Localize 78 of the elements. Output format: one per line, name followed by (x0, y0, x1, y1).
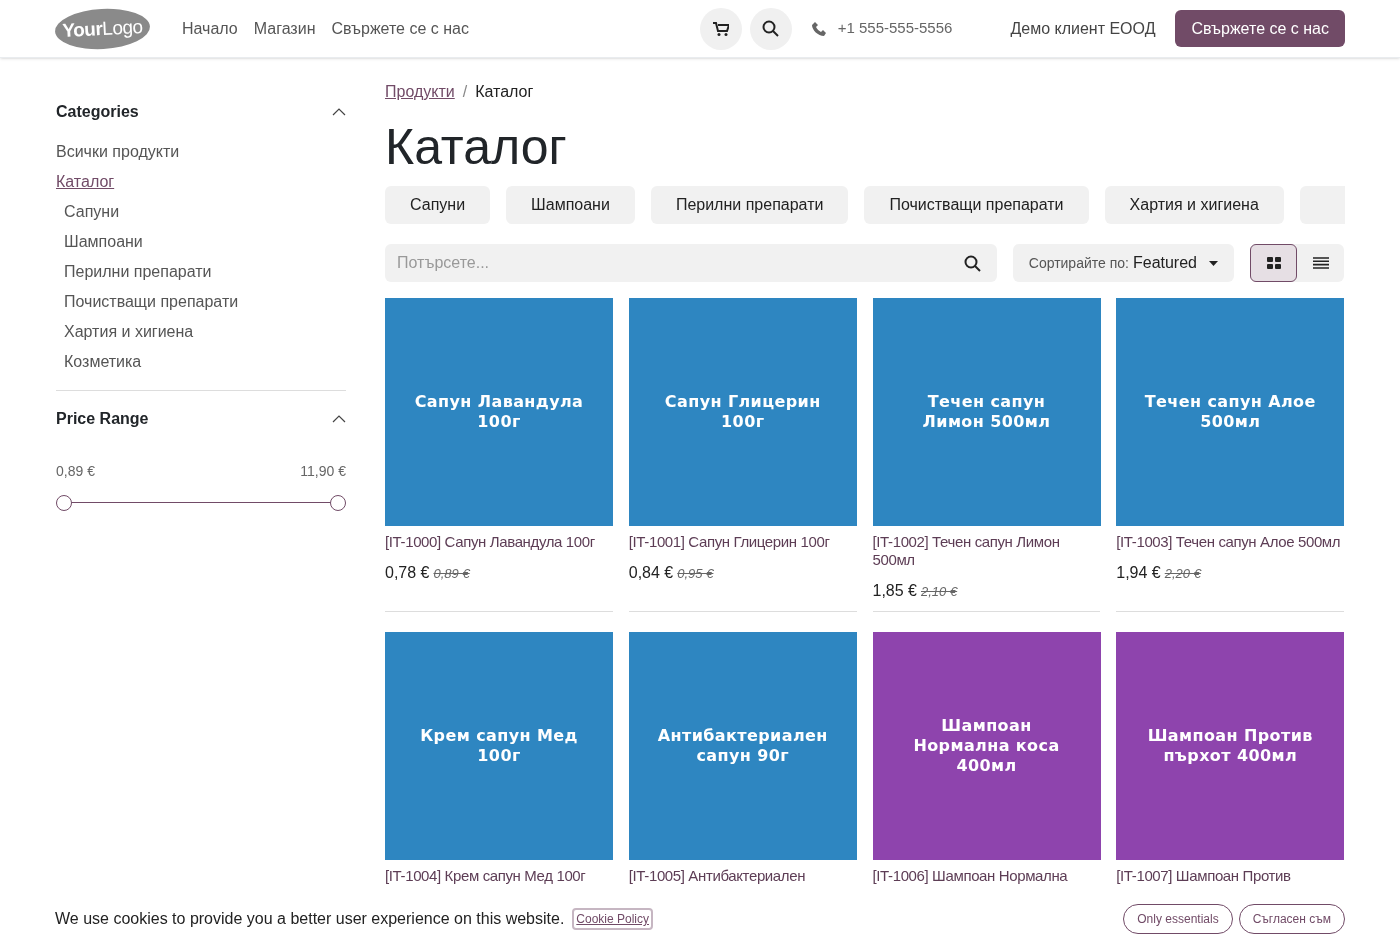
category-link[interactable]: Почистващи препарати (64, 290, 239, 314)
cookie-message: We use cookies to provide you a better user experience on this website. (55, 909, 565, 929)
page-heading: Каталог (385, 122, 568, 172)
price-slider[interactable] (56, 494, 346, 512)
image-caption: Шампоан Нормална коса 400мл (912, 716, 1061, 776)
product-price: 0,78 € (385, 563, 430, 583)
category-link[interactable]: Всички продукти (56, 140, 180, 164)
category-button[interactable]: Сапуни (385, 186, 491, 224)
phone-icon (811, 21, 826, 36)
category-link[interactable]: Каталог (56, 170, 115, 194)
min-price: 0,89 € (56, 462, 95, 481)
max-price: 11,90 € (300, 462, 346, 481)
product-name[interactable]: [IT-1005] Антибактериален (628, 867, 857, 885)
product-price: 1,85 € (872, 581, 917, 601)
cookie-policy-link[interactable]: Cookie Policy (572, 908, 654, 930)
product-name[interactable]: [IT-1006] Шампоан Нормална (872, 867, 1101, 885)
cart-icon (712, 21, 729, 36)
product-name[interactable]: [IT-1001] Сапун Глицерин 100г (628, 533, 857, 551)
old-price: 0,89 € (433, 565, 470, 583)
list-icon (1312, 257, 1329, 269)
product-image[interactable]: Течен сапун Алое 500мл (1116, 298, 1345, 526)
slider-thumb[interactable] (330, 495, 346, 511)
old-price: 2,10 € (921, 583, 958, 601)
image-caption: Течен сапун Алое 500мл (1143, 392, 1317, 432)
category-link[interactable]: Сапуни (64, 200, 120, 224)
product-price: 1,94 € (1116, 563, 1161, 583)
product-image[interactable]: Сапун Глицерин 100г (628, 298, 857, 526)
image-caption: Шампоан Против пърхот 400мл (1146, 726, 1314, 766)
category-link[interactable]: Хартия и хигиена (64, 320, 194, 344)
category-link[interactable]: Перилни препарати (64, 260, 212, 284)
search-field[interactable]: Потърсете... (385, 244, 997, 282)
category-link[interactable]: Козметика (64, 350, 142, 374)
product-price: 0,84 € (628, 563, 674, 583)
nav-link[interactable]: Магазин (253, 16, 316, 41)
image-caption: Сапун Лавандула 100г (413, 392, 585, 432)
category-button[interactable]: Хартия и хигиена (1104, 186, 1284, 224)
slider-thumb[interactable] (56, 495, 72, 511)
old-price: 2,20 € (1164, 565, 1201, 583)
sort-dropdown[interactable]: Сортирайте по: Featured (1012, 244, 1234, 282)
cookie-button[interactable]: Only essentials (1123, 904, 1233, 934)
product-image[interactable]: Крем сапун Мед 100г (385, 632, 613, 860)
chevron-icon[interactable] (332, 415, 346, 423)
old-price: 0,95 € (677, 565, 714, 583)
product-image[interactable]: Течен сапун Лимон 500мл (872, 298, 1101, 526)
section-title: Price Range (56, 409, 149, 429)
section-title: Categories (56, 102, 139, 122)
account-name[interactable]: Демо клиент ЕООД (1010, 16, 1156, 41)
view-toggle[interactable] (1250, 244, 1297, 282)
breadcrumb-separator: / (462, 82, 468, 102)
caret-icon (1209, 260, 1218, 266)
image-caption: Течен сапун Лимон 500мл (921, 392, 1052, 432)
breadcrumb-link[interactable]: Продукти (385, 80, 455, 104)
chevron-icon[interactable] (332, 108, 346, 116)
category-button[interactable]: Перилни препарати (650, 186, 849, 224)
contact-button[interactable]: Свържете се с нас (1175, 10, 1345, 47)
cookie-button[interactable]: Съгласен съм (1238, 904, 1345, 934)
search-icon[interactable] (963, 255, 981, 272)
nav-link[interactable]: Начало (182, 16, 238, 41)
product-name[interactable]: [IT-1007] Шампоан Против (1116, 867, 1344, 885)
product-name[interactable]: [IT-1000] Сапун Лавандула 100г (385, 533, 613, 551)
phone-number[interactable]: +1 555-555-5556 (837, 17, 953, 40)
product-name[interactable]: [IT-1004] Крем сапун Мед 100г (385, 867, 613, 885)
product-image[interactable]: Сапун Лавандула 100г (385, 298, 613, 526)
product-name[interactable]: [IT-1002] Течен сапун Лимон 500мл (872, 533, 1101, 569)
product-image[interactable]: Шампоан Против пърхот 400мл (1116, 632, 1345, 860)
grid-icon (1266, 257, 1281, 269)
image-caption: Крем сапун Мед 100г (419, 726, 579, 766)
category-button[interactable]: Шампоани (506, 186, 635, 224)
product-image[interactable]: Антибактериален сапун 90г (628, 632, 857, 860)
product-image[interactable]: Шампоан Нормална коса 400мл (872, 632, 1101, 860)
category-button[interactable]: Почистващи препарати (864, 186, 1089, 224)
search-icon (762, 20, 780, 37)
image-caption: Антибактериален сапун 90г (656, 726, 829, 766)
category-link[interactable]: Шампоани (64, 230, 143, 254)
breadcrumb-current: Каталог (475, 82, 534, 102)
nav-link[interactable]: Свържете се с нас (331, 16, 469, 41)
image-caption: Сапун Глицерин 100г (663, 392, 822, 432)
product-name[interactable]: [IT-1003] Течен сапун Алое 500мл (1116, 533, 1344, 551)
